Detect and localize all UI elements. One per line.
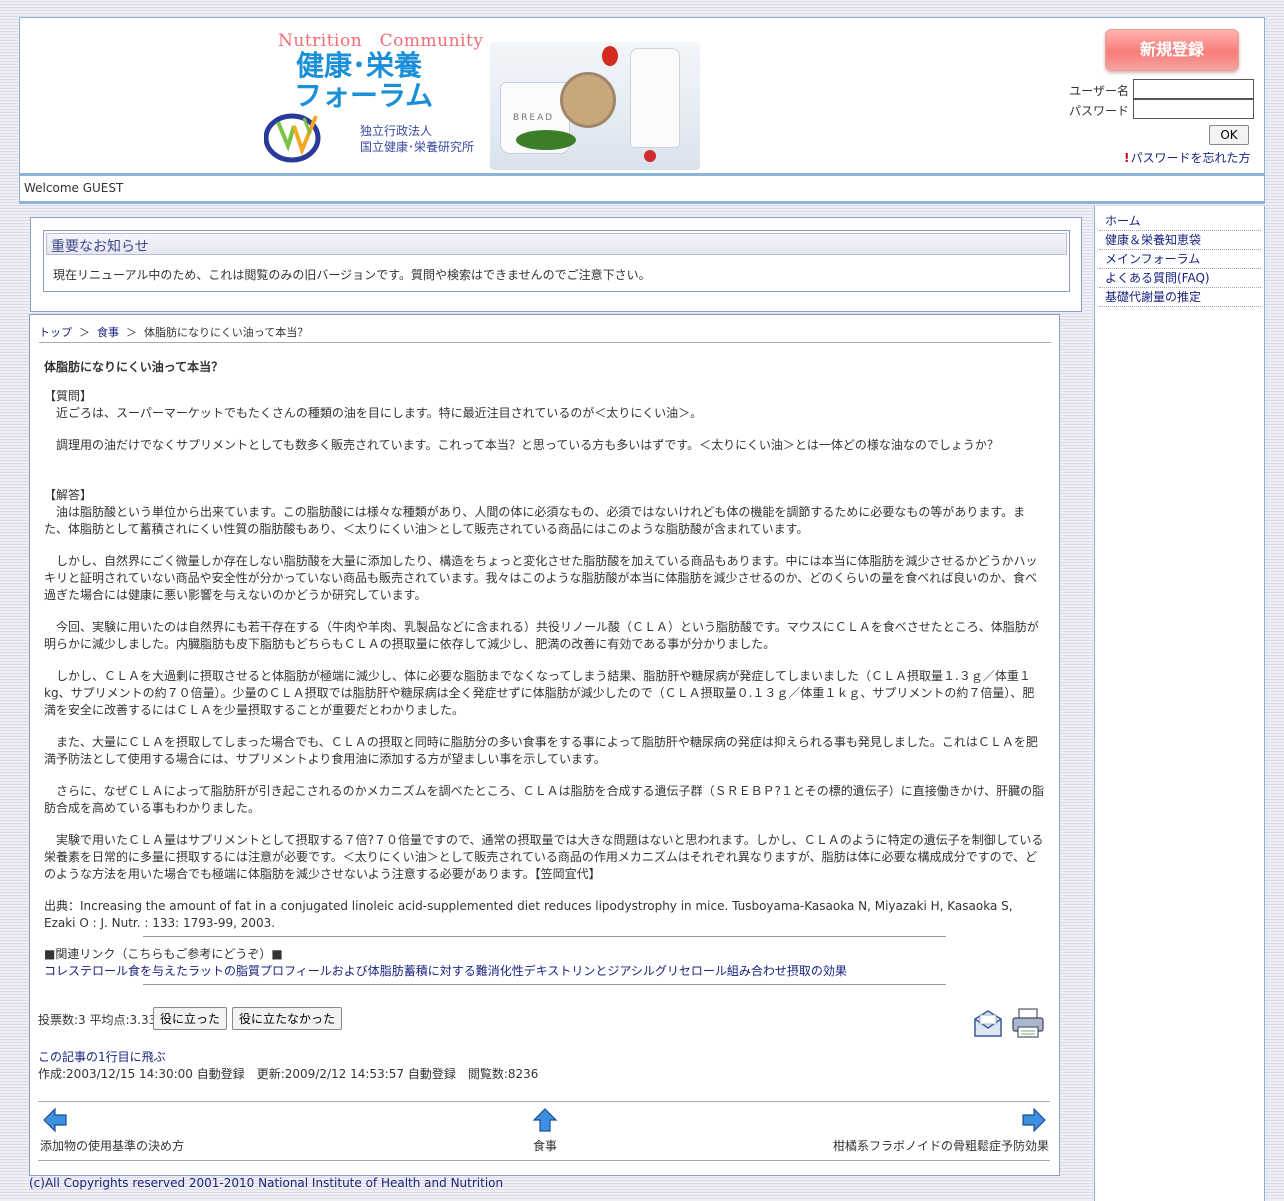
previous-arrow-icon[interactable] bbox=[42, 1107, 68, 1133]
breadcrumb: トップ ＞ 食事 ＞ 体脂肪になりにくい油って本当？ bbox=[39, 324, 1051, 343]
answer-paragraph: しかし、自然界にごく微量しか存在しない脂肪酸を大量に添加したり、構造をちょっと変… bbox=[44, 554, 1038, 602]
password-input[interactable] bbox=[1133, 99, 1254, 119]
answer-heading: 【解答】 bbox=[44, 488, 93, 502]
menu-item-basal-metabolism[interactable]: 基礎代謝量の推定 bbox=[1099, 288, 1261, 307]
site-header: Nutrition Community 健康･栄養 フォーラム 独立行政法人 国… bbox=[19, 17, 1265, 176]
helpful-button[interactable]: 役に立った bbox=[153, 1007, 228, 1030]
breadcrumb-separator: ＞ bbox=[79, 326, 90, 339]
menu-item-home[interactable]: ホーム bbox=[1099, 212, 1261, 231]
parent-category-link[interactable]: 食事 bbox=[533, 1137, 557, 1154]
article-navigation: 添加物の使用基準の決め方 食事 柑橘系フラボノイドの骨粗鬆症予防効果 bbox=[38, 1101, 1050, 1161]
article-meta: 作成:2003/12/15 14:30:00 自動登録 更新:2009/2/12… bbox=[38, 1067, 539, 1081]
username-input[interactable] bbox=[1133, 79, 1254, 99]
notice-title: 重要なお知らせ bbox=[46, 233, 1067, 255]
up-arrow-icon[interactable] bbox=[532, 1107, 558, 1133]
next-article-link[interactable]: 柑橘系フラボノイドの骨粗鬆症予防効果 bbox=[833, 1137, 1049, 1154]
previous-article-link[interactable]: 添加物の使用基準の決め方 bbox=[40, 1137, 184, 1154]
menu-item-faq[interactable]: よくある質問(FAQ) bbox=[1099, 269, 1261, 288]
login-ok-button[interactable]: OK bbox=[1209, 125, 1249, 145]
menu-item-main-forum[interactable]: メインフォーラム bbox=[1099, 250, 1261, 269]
username-label: ユーザー名 bbox=[1069, 84, 1129, 98]
related-links-label: ■関連リンク（こちらもご参考にどうぞ）■ bbox=[44, 947, 283, 961]
answer-paragraph: 油は脂肪酸という単位から出来ています。この脂肪酸には様々な種類があり、人間の体に… bbox=[44, 505, 1026, 536]
answer-paragraph: 実験で用いたＣＬＡ量はサプリメントとして摂取する７倍?７０倍量ですので、通常の摂… bbox=[44, 833, 1044, 881]
site-logo[interactable]: Nutrition Community 健康･栄養 フォーラム 独立行政法人 国… bbox=[260, 22, 700, 172]
password-label: パスワード bbox=[1068, 104, 1129, 118]
welcome-bar: Welcome GUEST bbox=[19, 176, 1265, 204]
institute-emblem-icon bbox=[264, 113, 321, 163]
vote-stats: 投票数:3 平均点:3.33 bbox=[38, 1013, 157, 1027]
copyright-footer: (c)All Copyrights reserved 2001-2010 Nat… bbox=[29, 1176, 504, 1190]
notice-inner-box: 重要なお知らせ 現在リニューアル中のため、これは閲覧のみの旧バージョンです。質問… bbox=[43, 230, 1070, 292]
main-menu: ホーム 健康＆栄養知恵袋 メインフォーラム よくある質問(FAQ) 基礎代謝量の… bbox=[1099, 212, 1261, 307]
menu-item-knowledge[interactable]: 健康＆栄養知恵袋 bbox=[1099, 231, 1261, 250]
question-paragraph: 近ごろは、スーパーマーケットでもたくさんの種類の油を目にします。特に最近注目され… bbox=[44, 406, 703, 420]
question-heading: 【質問】 bbox=[44, 389, 93, 403]
question-paragraph: 調理用の油だけでなくサプリメントとしても数多く販売されています。これって本当？と… bbox=[44, 438, 999, 452]
vegetables-shape bbox=[516, 130, 576, 150]
important-notice: 重要なお知らせ 現在リニューアル中のため、これは閲覧のみの旧バージョンです。質問… bbox=[30, 217, 1082, 312]
related-divider-bottom bbox=[143, 984, 946, 985]
logo-org-line1: 独立行政法人 bbox=[360, 124, 433, 138]
breadcrumb-top-link[interactable]: トップ bbox=[39, 326, 72, 339]
bread-pot-label: BREAD bbox=[513, 113, 555, 123]
next-arrow-icon[interactable] bbox=[1021, 1107, 1047, 1133]
pepper-shape bbox=[602, 46, 618, 66]
related-divider-top bbox=[143, 936, 946, 937]
kitchen-scale-shape bbox=[560, 72, 616, 128]
print-icon[interactable] bbox=[1010, 1007, 1046, 1039]
berry-shape bbox=[644, 150, 656, 162]
pitcher-shape bbox=[630, 48, 680, 148]
kitchen-photo: BREAD bbox=[490, 42, 700, 170]
answer-paragraph: しかし、ＣＬＡを大過剰に摂取させると体脂肪が極端に減少し、体に必要な脂肪までなく… bbox=[44, 669, 1035, 717]
breadcrumb-category-link[interactable]: 食事 bbox=[97, 326, 119, 339]
not-helpful-button[interactable]: 役に立たなかった bbox=[232, 1007, 343, 1030]
article-title: 体脂肪になりにくい油って本当？ bbox=[44, 360, 224, 374]
source-citation: 出典：Increasing the amount of fat in a con… bbox=[44, 899, 1013, 930]
related-article-link[interactable]: コレステロール食を与えたラットの脂質プロフィールおよび体脂肪蓄積に対する難消化性… bbox=[44, 962, 847, 979]
answer-paragraph: さらに、なぜＣＬＡによって脂肪肝が引き起こされるのかメカニズムを調べたところ、Ｃ… bbox=[44, 784, 1045, 815]
email-article-icon[interactable] bbox=[972, 1007, 1004, 1039]
article-panel: トップ ＞ 食事 ＞ 体脂肪になりにくい油って本当？ 体脂肪になりにくい油って本… bbox=[29, 314, 1060, 1176]
breadcrumb-current: 体脂肪になりにくい油って本当？ bbox=[144, 326, 309, 339]
register-button[interactable]: 新規登録 bbox=[1105, 29, 1239, 71]
article-body: 【質問】 近ごろは、スーパーマーケットでもたくさんの種類の油を目にします。特に最… bbox=[44, 388, 1046, 947]
forgot-password-label: パスワードを忘れた方 bbox=[1130, 151, 1251, 165]
jump-to-top-link[interactable]: この記事の1行目に飛ぶ bbox=[38, 1048, 166, 1065]
right-sidebar: ホーム 健康＆栄養知恵袋 メインフォーラム よくある質問(FAQ) 基礎代謝量の… bbox=[1094, 206, 1265, 1201]
breadcrumb-separator: ＞ bbox=[126, 326, 137, 339]
answer-paragraph: また、大量にＣＬＡを摂取してしまった場合でも、ＣＬＡの摂取と同時に脂肪分の多い食… bbox=[44, 735, 1038, 766]
logo-org-line2: 国立健康･栄養研究所 bbox=[360, 140, 475, 154]
exclamation-icon: ! bbox=[1124, 151, 1130, 165]
notice-text: 現在リニューアル中のため、これは閲覧のみの旧バージョンです。質問や検索はできませ… bbox=[53, 268, 651, 282]
forgot-password-link[interactable]: !パスワードを忘れた方 bbox=[1124, 149, 1251, 166]
answer-paragraph: 今回、実験に用いたのは自然界にも若干存在する（牛肉や羊肉、乳製品などに含まれる）… bbox=[44, 620, 1039, 651]
